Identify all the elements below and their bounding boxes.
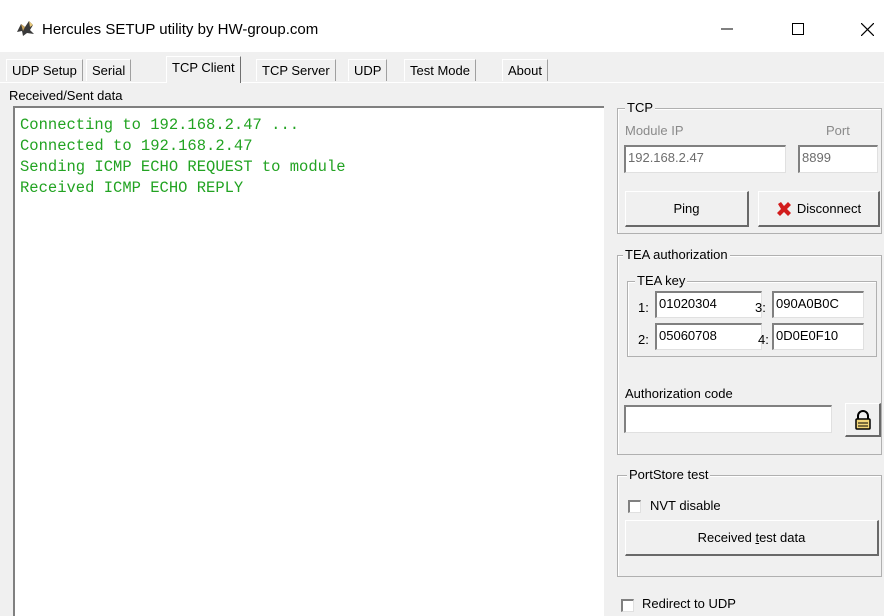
tea-key-2-label: 2: [638,332,649,347]
tab-serial[interactable]: Serial [86,59,132,81]
maximize-icon [792,23,804,35]
tab-divider [0,82,884,83]
red-x-icon [776,201,791,216]
tea-key-4-label: 4: [758,332,769,347]
received-sent-label: Received/Sent data [9,88,123,103]
tea-key-2-input[interactable]: 05060708 [655,323,762,350]
tea-authorization-title: TEA authorization [623,247,730,262]
tab-udp-setup[interactable]: UDP Setup [6,59,83,81]
tea-key-3-label: 3: [755,300,766,315]
tea-key-1-input[interactable]: 01020304 [655,291,762,318]
padlock-icon [854,409,871,430]
tcp-group-title: TCP [625,100,655,115]
minimize-button[interactable] [704,12,750,46]
tab-udp[interactable]: UDP [348,59,388,81]
tea-key-1-label: 1: [638,300,649,315]
ping-button-label: Ping [673,201,700,216]
received-test-data-label: Received test data [697,530,806,545]
terminal-line: Connecting to 192.168.2.47 ... [20,116,300,134]
module-ip-input[interactable]: 192.168.2.47 [624,145,786,173]
tab-about[interactable]: About [502,59,548,81]
authorization-code-label: Authorization code [625,386,733,401]
tab-tcp-server[interactable]: TCP Server [256,59,336,81]
window-title: Hercules SETUP utility by HW-group.com [42,21,319,38]
tab-test-mode[interactable]: Test Mode [404,59,476,81]
minimize-icon [721,28,733,30]
redirect-to-udp-checkbox[interactable] [621,599,634,612]
module-ip-label: Module IP [625,123,684,138]
terminal-line: Sending ICMP ECHO REQUEST to module [20,158,346,176]
tea-key-3-input[interactable]: 090A0B0C [772,291,864,318]
port-label: Port [826,123,850,138]
received-test-data-button[interactable]: Received test data [625,520,879,556]
tea-key-4-input[interactable]: 0D0E0F10 [772,323,864,350]
received-sent-textarea[interactable]: Connecting to 192.168.2.47 ... Connected… [13,106,604,616]
terminal-line: Received ICMP ECHO REPLY [20,179,244,197]
title-bar: Hercules SETUP utility by HW-group.com [0,0,884,52]
disconnect-button[interactable]: Disconnect [758,191,880,227]
maximize-button[interactable] [775,12,821,46]
port-input[interactable]: 8899 [798,145,878,173]
terminal-line: Connected to 192.168.2.47 [20,137,253,155]
nvt-disable-label: NVT disable [650,498,721,513]
redirect-to-udp-label: Redirect to UDP [642,596,736,611]
close-icon [860,22,874,36]
authorization-code-input[interactable] [624,405,832,433]
hercules-logo-icon [17,21,34,36]
close-button[interactable] [844,12,884,46]
tab-tcp-client[interactable]: TCP Client [166,56,241,83]
tea-key-title: TEA key [635,273,688,288]
lock-button[interactable] [845,403,881,437]
ping-button[interactable]: Ping [625,191,749,227]
disconnect-button-label: Disconnect [796,201,862,216]
portstore-test-title: PortStore test [627,467,711,482]
nvt-disable-checkbox[interactable] [628,500,641,513]
